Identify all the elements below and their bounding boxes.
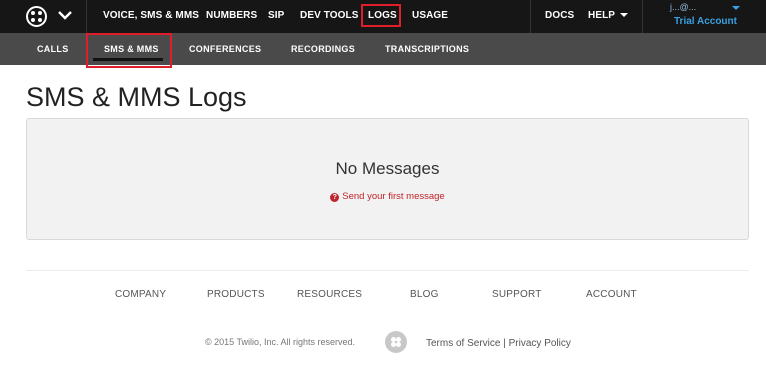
footer-link-resources[interactable]: RESOURCES: [297, 289, 362, 300]
sms-mms-highlight-box: [86, 33, 172, 68]
subnav-transcriptions[interactable]: TRANSCRIPTIONS: [385, 33, 469, 65]
nav-docs[interactable]: DOCS: [545, 0, 574, 33]
nav-logs[interactable]: LOGS: [368, 0, 397, 33]
question-icon: ?: [330, 193, 340, 202]
twilio-footer-logo-icon: [385, 331, 407, 353]
nav-dev-tools[interactable]: DEV TOOLS: [300, 0, 359, 33]
footer-link-products[interactable]: PRODUCTS: [207, 289, 265, 300]
twilio-logo-icon[interactable]: [26, 6, 47, 27]
legal-links: Terms of Service | Privacy Policy: [426, 338, 571, 349]
logo-area: [0, 0, 87, 33]
account-caret-icon[interactable]: [732, 6, 740, 10]
footer-link-blog[interactable]: BLOG: [410, 289, 439, 300]
messages-panel: No Messages ? Send your first message: [26, 118, 749, 240]
nav-usage[interactable]: USAGE: [412, 0, 448, 33]
help-label: HELP: [588, 10, 616, 21]
nav-divider: [642, 0, 643, 33]
terms-of-service-link[interactable]: Terms of Service: [426, 338, 500, 349]
account-email[interactable]: j...@...: [670, 2, 696, 12]
nav-sip[interactable]: SIP: [268, 0, 284, 33]
footer-divider: [26, 270, 749, 271]
subnav-calls[interactable]: CALLS: [37, 33, 69, 65]
nav-divider: [530, 0, 531, 33]
subnav-recordings[interactable]: RECORDINGS: [291, 33, 355, 65]
caret-down-icon: [620, 13, 629, 17]
active-section-pointer: [371, 58, 385, 65]
nav-numbers[interactable]: NUMBERS: [206, 0, 257, 33]
nav-help[interactable]: HELP: [588, 0, 629, 33]
empty-state-title: No Messages: [335, 159, 440, 178]
subnav-conferences[interactable]: CONFERENCES: [189, 33, 261, 65]
top-nav: VOICE, SMS & MMS NUMBERS SIP DEV TOOLS L…: [0, 0, 766, 33]
footer-link-account[interactable]: ACCOUNT: [586, 289, 637, 300]
legal-separator: |: [503, 338, 506, 349]
privacy-policy-link[interactable]: Privacy Policy: [509, 338, 571, 349]
copyright-text: © 2015 Twilio, Inc. All rights reserved.: [205, 337, 356, 347]
account-plan[interactable]: Trial Account: [674, 16, 737, 27]
footer-link-support[interactable]: SUPPORT: [492, 289, 542, 300]
chevron-down-icon[interactable]: [58, 10, 72, 20]
nav-voice-sms-mms[interactable]: VOICE, SMS & MMS: [103, 0, 199, 33]
footer-link-company[interactable]: COMPANY: [115, 289, 166, 300]
page-title: SMS & MMS Logs: [26, 82, 247, 112]
send-first-message-link[interactable]: ? Send your first message: [27, 191, 748, 202]
send-first-message-label: Send your first message: [342, 191, 445, 202]
